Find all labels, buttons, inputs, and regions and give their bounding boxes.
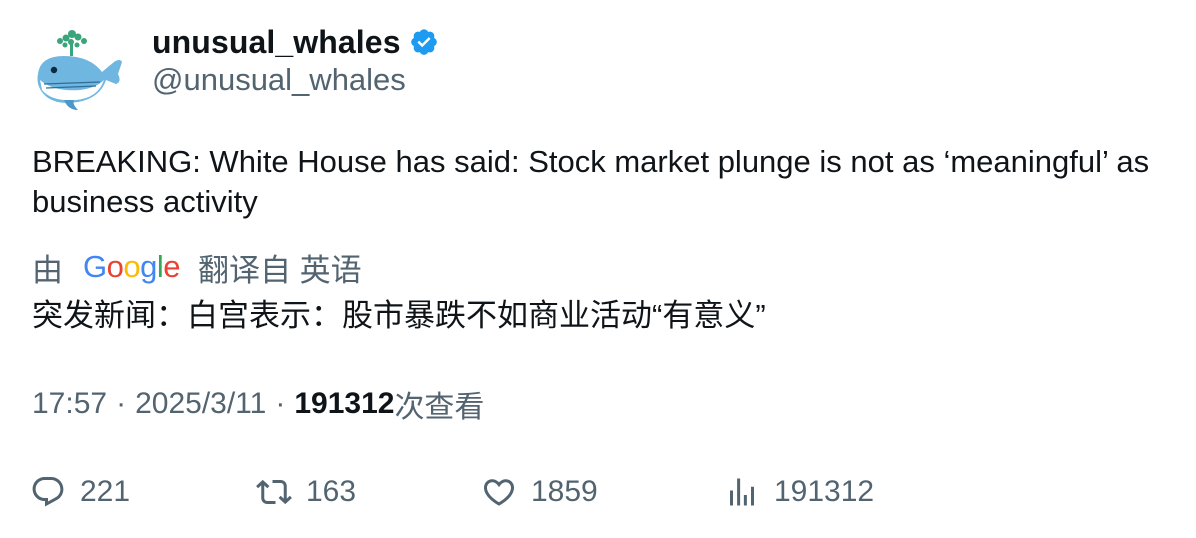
reply-button[interactable]: 221 — [30, 470, 130, 514]
views-action-count: 191312 — [774, 475, 875, 508]
translation-attribution[interactable]: 由 Google 翻译自 英语 — [32, 247, 362, 288]
translated-text: 突发新闻：白宫表示：股市暴跌不如商业活动“有意义” — [32, 298, 766, 333]
meta-separator: · — [275, 387, 286, 420]
verified-badge-icon — [410, 29, 437, 55]
retweet-icon — [256, 479, 292, 505]
views-label: 次查看 — [394, 391, 485, 424]
meta-separator: · — [116, 387, 127, 420]
action-bar: 221 163 1859 191312 — [30, 470, 1170, 514]
like-count: 1859 — [531, 475, 598, 508]
reply-count: 221 — [80, 475, 131, 508]
author-name-row[interactable]: unusual_whales — [152, 22, 439, 62]
whale-avatar-icon — [37, 30, 122, 110]
analytics-icon — [730, 478, 754, 506]
retweet-button[interactable]: 163 — [256, 470, 356, 514]
author-display-name[interactable]: unusual_whales — [152, 24, 401, 61]
tweet-date[interactable]: 2025/3/11 — [135, 387, 266, 421]
author-handle[interactable]: @unusual_whales — [152, 62, 406, 98]
avatar[interactable] — [30, 22, 126, 118]
reply-icon — [32, 477, 64, 507]
heart-icon — [483, 479, 515, 506]
tweet-meta: 17:57 · 2025/3/11 · 191312 次查看 — [32, 384, 484, 424]
translation-suffix: 翻译自 英语 — [198, 252, 362, 288]
tweet-text: BREAKING: White House has said: Stock ma… — [32, 144, 1150, 219]
tweet-time[interactable]: 17:57 — [32, 387, 107, 421]
like-button[interactable]: 1859 — [481, 470, 598, 514]
views-button[interactable]: 191312 — [724, 470, 874, 514]
views-count: 191312 — [294, 387, 395, 420]
retweet-count: 163 — [306, 475, 357, 508]
google-logo-icon: Google — [83, 249, 181, 284]
translation-prefix: 由 — [32, 252, 63, 288]
